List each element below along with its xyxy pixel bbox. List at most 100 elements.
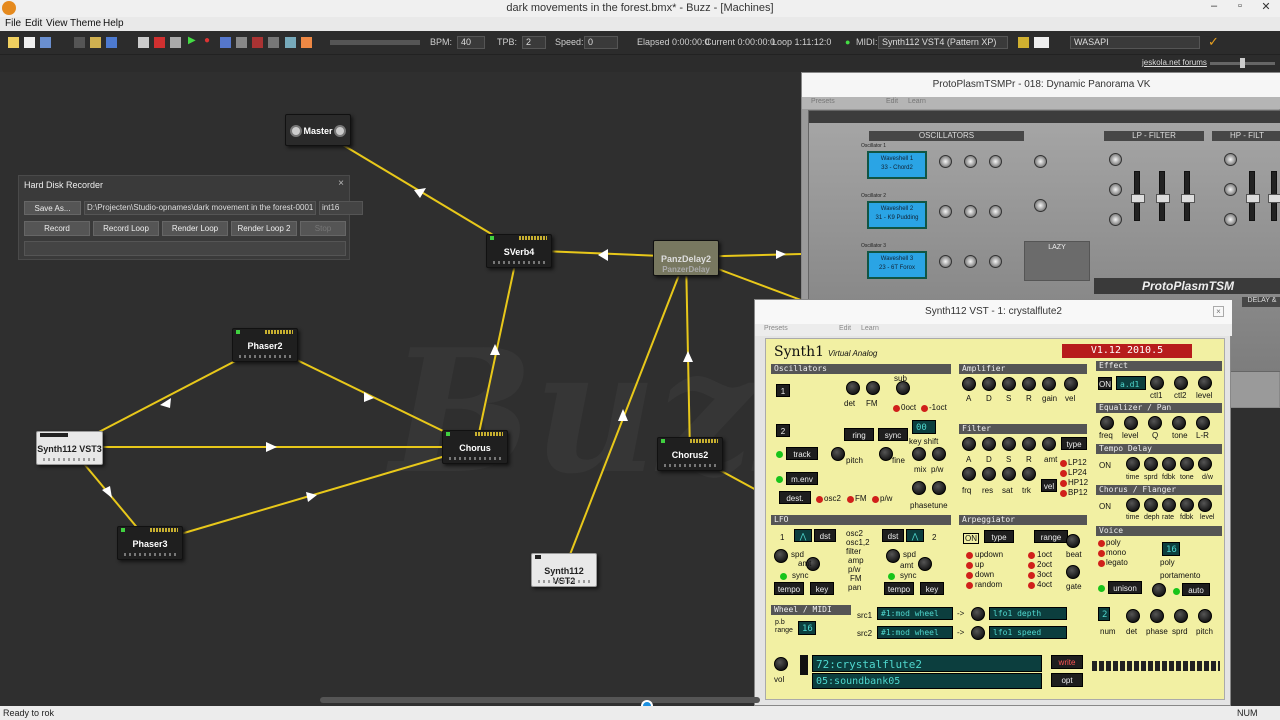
voice-poly-led[interactable] — [1098, 540, 1105, 547]
osc2-pitch-knob[interactable] — [831, 447, 845, 461]
unison-button[interactable]: unison — [1108, 581, 1142, 594]
sub-1oct-led[interactable] — [921, 405, 928, 412]
lp-fm3-slider[interactable] — [1181, 171, 1195, 221]
zoom-slider-thumb[interactable] — [1240, 58, 1245, 68]
pp-menu-learn[interactable]: Learn — [908, 98, 926, 105]
chorus-fdbk-knob[interactable] — [1180, 498, 1194, 512]
menu-theme[interactable]: Theme — [70, 18, 101, 29]
minimize-icon[interactable]: – — [1201, 0, 1227, 17]
effect-ctl2-knob[interactable] — [1174, 376, 1188, 390]
filter-vel-button[interactable]: vel — [1041, 479, 1057, 492]
audio-driver-select[interactable]: WASAPI — [1070, 36, 1200, 49]
synth1-close-icon[interactable]: × — [1213, 306, 1224, 317]
osc1-sub-knob[interactable] — [896, 381, 910, 395]
filter-bp12-led[interactable] — [1060, 490, 1067, 497]
pp-menu-edit[interactable]: Edit — [886, 98, 898, 105]
osc2-modamt-knob[interactable] — [989, 205, 1002, 218]
lfo1-spd-knob[interactable] — [774, 549, 788, 563]
eq-level-knob[interactable] — [1124, 416, 1138, 430]
arp-beat-knob[interactable] — [1066, 534, 1080, 548]
machine-synth112-vst3[interactable]: Synth112 VST3 — [36, 431, 103, 465]
lp-fm1-slider[interactable] — [1131, 171, 1145, 221]
osc3-display[interactable]: Waveshell 3 23 - 6T Forox — [867, 251, 927, 279]
lfo2-dst-button[interactable]: dst — [882, 529, 904, 542]
delay-fdbk-knob[interactable] — [1162, 457, 1176, 471]
chorus-level-knob[interactable] — [1198, 498, 1212, 512]
machine-chorus2[interactable]: Chorus2 — [657, 437, 723, 471]
arp-up-led[interactable] — [966, 562, 973, 569]
amp-d-knob[interactable] — [982, 377, 996, 391]
osc1-level-knob[interactable] — [964, 155, 977, 168]
track-led[interactable] — [776, 451, 783, 458]
lfo2-spd-knob[interactable] — [886, 549, 900, 563]
lp-envamt-knob[interactable] — [1109, 213, 1122, 226]
transition-knob[interactable] — [1034, 155, 1047, 168]
bank-name-display[interactable]: 05:soundbank05 — [812, 673, 1042, 689]
undo-icon[interactable] — [106, 37, 117, 48]
voice-poly-display[interactable]: 16 — [1162, 542, 1180, 556]
eq-pan-knob[interactable] — [1196, 416, 1210, 430]
record-icon[interactable] — [154, 37, 165, 48]
pb-range-display[interactable]: 16 — [798, 621, 816, 635]
maximize-icon[interactable]: ▫ — [1227, 0, 1253, 17]
src2-amount-knob[interactable] — [971, 626, 985, 640]
play-icon[interactable]: ▶ — [188, 35, 199, 46]
lfo1-wave-button[interactable]: ⋀ — [794, 529, 812, 542]
s1-menu-edit[interactable]: Edit — [839, 325, 851, 332]
speed-field[interactable]: 0 — [584, 36, 618, 49]
s1-menu-presets[interactable]: Presets — [764, 325, 788, 332]
osc1-modamt-knob[interactable] — [989, 155, 1002, 168]
unison-pitch-knob[interactable] — [1198, 609, 1212, 623]
sync-button[interactable]: sync — [878, 428, 908, 441]
eq-q-knob[interactable] — [1148, 416, 1162, 430]
lfo2-key-button[interactable]: key — [920, 582, 944, 595]
portamento-knob[interactable] — [1152, 583, 1166, 597]
hp-cut-knob[interactable] — [1224, 153, 1237, 166]
filter-sat-knob[interactable] — [1002, 467, 1016, 481]
filter-s-knob[interactable] — [1002, 437, 1016, 451]
voice-legato-led[interactable] — [1098, 560, 1105, 567]
forums-link[interactable]: jeskola.net forums — [1142, 58, 1207, 67]
arp-range-button[interactable]: range — [1034, 530, 1068, 543]
osc-mix-knob[interactable] — [912, 447, 926, 461]
effect-level-knob[interactable] — [1198, 376, 1212, 390]
arp-3oct-led[interactable] — [1028, 572, 1035, 579]
lp-fm2-slider[interactable] — [1156, 171, 1170, 221]
amp-r-knob[interactable] — [1022, 377, 1036, 391]
delay-time-knob[interactable] — [1126, 457, 1140, 471]
modamt-knob[interactable] — [1034, 199, 1047, 212]
filter-d-knob[interactable] — [982, 437, 996, 451]
chorus-rate-knob[interactable] — [1162, 498, 1176, 512]
sub-0oct-led[interactable] — [893, 405, 900, 412]
audio-icon[interactable] — [301, 37, 312, 48]
arp-type-button[interactable]: type — [984, 530, 1014, 543]
master-right-button[interactable] — [334, 125, 346, 137]
save-file-icon[interactable] — [40, 37, 51, 48]
effect-type-display[interactable]: a.d1 — [1116, 376, 1146, 390]
arp-4oct-led[interactable] — [1028, 582, 1035, 589]
hdr-close-icon[interactable]: × — [338, 178, 344, 189]
osc1-onoff-knob[interactable] — [939, 155, 952, 168]
keyshift-display[interactable]: 00 — [912, 420, 936, 434]
window-icon[interactable] — [285, 37, 296, 48]
osc-pw-knob[interactable] — [932, 447, 946, 461]
filter-a-knob[interactable] — [962, 437, 976, 451]
unison-num-display[interactable]: 2 — [1098, 607, 1110, 621]
record-button[interactable]: Record — [24, 221, 90, 236]
delay-tone-knob[interactable] — [1180, 457, 1194, 471]
eq-tone-knob[interactable] — [1172, 416, 1186, 430]
output-path-field[interactable]: D:\Projecten\Studio-opnames\dark movemen… — [84, 201, 316, 215]
lfo2-sync-led[interactable] — [888, 573, 895, 580]
track-button[interactable]: track — [786, 447, 818, 460]
delay-on-label[interactable]: ON — [1099, 461, 1111, 470]
auto-led[interactable] — [1173, 588, 1180, 595]
chorus-depth-knob[interactable] — [1144, 498, 1158, 512]
osc2-onoff-knob[interactable] — [939, 205, 952, 218]
osc1-fm-knob[interactable] — [866, 381, 880, 395]
osc2-fine-knob[interactable] — [879, 447, 893, 461]
lp-cut-knob[interactable] — [1109, 153, 1122, 166]
pattern-icon[interactable] — [138, 37, 149, 48]
ring-button[interactable]: ring — [844, 428, 874, 441]
machine-chorus[interactable]: Chorus — [442, 430, 508, 464]
s1-menu-learn[interactable]: Learn — [861, 325, 879, 332]
